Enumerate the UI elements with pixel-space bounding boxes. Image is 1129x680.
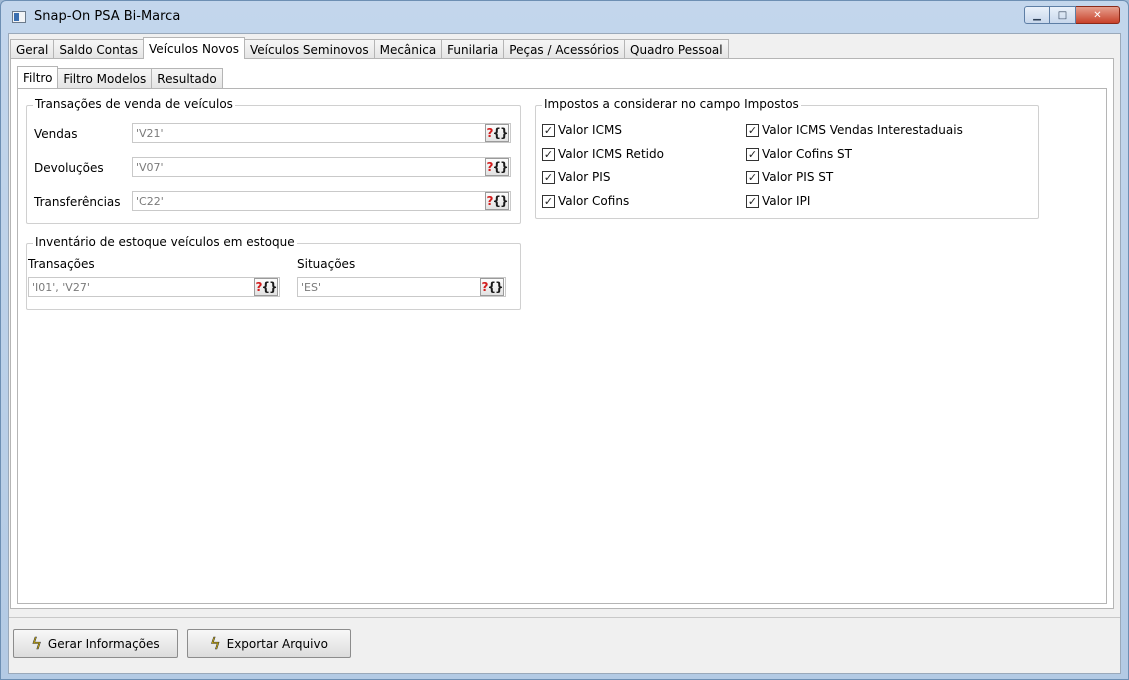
window-title: Snap-On PSA Bi-Marca [34,9,181,24]
tab-resultado[interactable]: Resultado [151,68,223,88]
transferencias-label: Transferências [34,195,121,209]
transacoes-field: ?{} [28,277,280,297]
checkbox-icon[interactable]: ✓ [746,147,759,161]
devolucoes-label: Devoluções [34,161,104,175]
exportar-arquivo-button[interactable]: ϟ Exportar Arquivo [187,629,351,658]
transferencias-field: ?{} [132,191,511,211]
minimize-icon: ▁ [1033,9,1041,21]
tab-filtro[interactable]: Filtro [17,66,59,88]
vendas-field: ?{} [132,123,511,143]
devolucoes-lookup-button[interactable]: ?{} [485,158,509,176]
checkbox-icon[interactable]: ✓ [542,147,555,161]
exportar-arquivo-label: Exportar Arquivo [226,636,328,651]
tab-quadro-pessoal[interactable]: Quadro Pessoal [624,39,729,59]
checkbox-icon[interactable]: ✓ [746,194,759,208]
tab-veiculos-seminovos[interactable]: Veículos Seminovos [243,39,375,59]
chk-label: Valor ICMS Retido [558,147,664,161]
close-button[interactable]: ✕ [1076,6,1120,24]
brace-icon: {} [487,280,503,294]
tab-geral[interactable]: Geral [10,39,55,59]
vendas-lookup-button[interactable]: ?{} [485,124,509,142]
lightning-icon: ϟ [210,634,221,654]
minimize-button[interactable]: ▁ [1024,6,1050,24]
chk-label: Valor ICMS Vendas Interestaduais [762,123,963,137]
app-window: Snap-On PSA Bi-Marca ▁ □ ✕ Geral Saldo C… [0,0,1129,680]
filtro-panel: Transações de venda de veículos Vendas ?… [17,88,1107,604]
vendas-input[interactable] [133,124,485,142]
transferencias-lookup-button[interactable]: ?{} [485,192,509,210]
situacoes-input[interactable] [298,278,480,296]
chk-valor-pis-st[interactable]: ✓ Valor PIS ST [746,170,833,184]
brace-icon: {} [492,126,508,140]
devolucoes-input[interactable] [133,158,485,176]
bottom-separator [9,617,1120,618]
transferencias-input[interactable] [133,192,485,210]
tab-pecas-acessorios[interactable]: Peças / Acessórios [503,39,626,59]
chk-valor-icms-retido[interactable]: ✓ Valor ICMS Retido [542,147,664,161]
chk-valor-pis[interactable]: ✓ Valor PIS [542,170,610,184]
vendas-group-title: Transações de venda de veículos [33,97,235,111]
chk-label: Valor Cofins [558,194,630,208]
window-controls: ▁ □ ✕ [1024,6,1120,24]
chk-label: Valor ICMS [558,123,622,137]
chk-label: Valor PIS ST [762,170,834,184]
situacoes-field: ?{} [297,277,506,297]
brace-icon: {} [492,194,508,208]
lightning-icon: ϟ [31,634,42,654]
chk-valor-cofins-st[interactable]: ✓ Valor Cofins ST [746,147,852,161]
close-icon: ✕ [1093,9,1102,21]
maximize-button[interactable]: □ [1050,6,1076,24]
checkbox-icon[interactable]: ✓ [542,123,555,137]
tab-saldo-contas[interactable]: Saldo Contas [53,39,145,59]
tab-mecanica[interactable]: Mecânica [373,39,443,59]
brace-icon: {} [261,280,277,294]
situacoes-label: Situações [297,257,356,271]
maximize-icon: □ [1057,9,1068,21]
app-icon [12,11,26,23]
impostos-group-title: Impostos a considerar no campo Impostos [542,97,801,111]
vendas-group: Transações de venda de veículos Vendas ?… [26,97,521,224]
inventario-group-title: Inventário de estoque veículos em estoqu… [33,235,297,249]
transacoes-input[interactable] [29,278,254,296]
chk-valor-cofins[interactable]: ✓ Valor Cofins [542,194,629,208]
client-area: Geral Saldo Contas Veículos Novos Veícul… [8,33,1121,674]
chk-label: Valor PIS [558,170,611,184]
veiculos-novos-panel: Filtro Filtro Modelos Resultado Transaçõ… [10,58,1114,609]
chk-valor-icms-vendas-interestaduais[interactable]: ✓ Valor ICMS Vendas Interestaduais [746,123,963,137]
checkbox-icon[interactable]: ✓ [746,123,759,137]
gerar-informacoes-label: Gerar Informações [47,636,160,651]
situacoes-lookup-button[interactable]: ?{} [480,278,504,296]
chk-valor-ipi[interactable]: ✓ Valor IPI [746,194,810,208]
chk-label: Valor Cofins ST [762,147,852,161]
transacoes-label: Transações [28,257,95,271]
transacoes-lookup-button[interactable]: ?{} [254,278,278,296]
vendas-label: Vendas [34,127,78,141]
tab-funilaria[interactable]: Funilaria [441,39,505,59]
tab-veiculos-novos[interactable]: Veículos Novos [143,37,245,59]
devolucoes-field: ?{} [132,157,511,177]
brace-icon: {} [492,160,508,174]
main-tab-strip: Geral Saldo Contas Veículos Novos Veícul… [10,37,729,59]
title-bar[interactable]: Snap-On PSA Bi-Marca ▁ □ ✕ [1,1,1128,33]
chk-valor-icms[interactable]: ✓ Valor ICMS [542,123,622,137]
checkbox-icon[interactable]: ✓ [746,170,759,184]
gerar-informacoes-button[interactable]: ϟ Gerar Informações [13,629,178,658]
checkbox-icon[interactable]: ✓ [542,170,555,184]
tab-filtro-modelos[interactable]: Filtro Modelos [57,68,153,88]
inventario-group: Inventário de estoque veículos em estoqu… [26,235,521,310]
sub-tab-strip: Filtro Filtro Modelos Resultado [17,66,223,88]
impostos-group: Impostos a considerar no campo Impostos … [535,97,1039,219]
chk-label: Valor IPI [762,194,811,208]
checkbox-icon[interactable]: ✓ [542,194,555,208]
